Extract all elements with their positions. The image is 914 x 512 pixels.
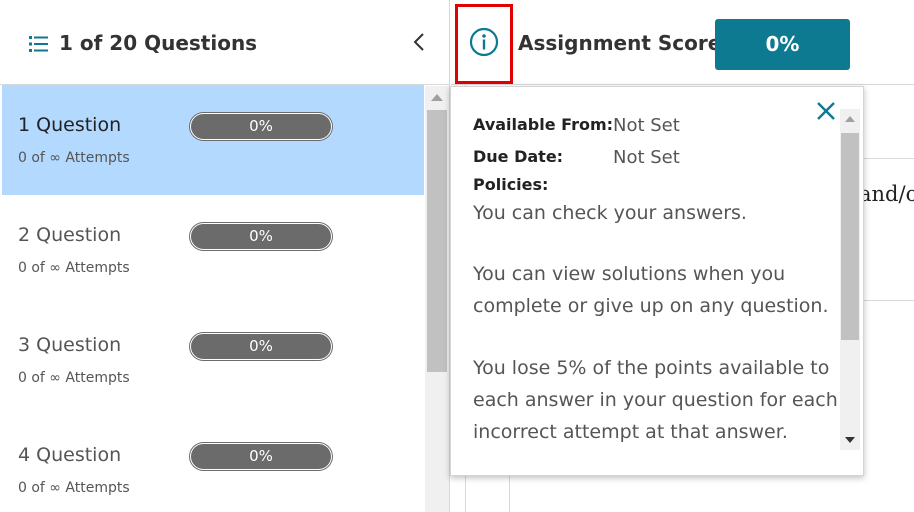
question-label: 4 Question xyxy=(18,444,122,466)
scroll-up-arrow-icon[interactable] xyxy=(845,116,855,122)
divider xyxy=(509,475,510,512)
question-text-fragment: and/o xyxy=(859,182,914,206)
info-button[interactable] xyxy=(455,4,513,84)
available-from-label: Available From: xyxy=(473,115,614,134)
available-from-value: Not Set xyxy=(613,115,680,136)
scroll-down-arrow-icon[interactable] xyxy=(845,437,855,443)
sidebar-scrollbar[interactable] xyxy=(425,86,449,512)
assignment-score-badge: 0% xyxy=(715,19,850,70)
question-list-item[interactable]: 2 Question 0% 0 of ∞ Attempts xyxy=(2,195,424,305)
question-progress-badge: 0% xyxy=(190,223,332,250)
available-from-row: Available From: Not Set xyxy=(473,115,833,147)
scrollbar-thumb[interactable] xyxy=(427,110,447,372)
policies-label: Policies: xyxy=(473,175,549,194)
assignment-score-label: Assignment Score: xyxy=(518,31,730,55)
assignment-info-popover: Available From: Not Set Due Date: Not Se… xyxy=(450,86,864,476)
due-date-label: Due Date: xyxy=(473,147,564,166)
question-list: 1 Question 0% 0 of ∞ Attempts 2 Question… xyxy=(2,85,424,512)
policy-text: You can view solutions when you complete… xyxy=(473,263,829,317)
question-attempts: 0 of ∞ Attempts xyxy=(18,260,130,276)
popover-body: Available From: Not Set Due Date: Not Se… xyxy=(473,115,838,443)
question-attempts: 0 of ∞ Attempts xyxy=(18,480,130,496)
info-icon xyxy=(469,27,499,57)
question-attempts: 0 of ∞ Attempts xyxy=(18,150,130,166)
popover-scrollbar[interactable] xyxy=(840,109,860,450)
scrollbar-thumb[interactable] xyxy=(841,133,859,340)
question-label: 1 Question xyxy=(18,114,122,136)
chevron-left-icon[interactable] xyxy=(408,30,430,54)
question-label: 3 Question xyxy=(18,334,122,356)
policy-text: You can check your answers. xyxy=(473,202,747,224)
question-progress-badge: 0% xyxy=(190,333,332,360)
due-date-value: Not Set xyxy=(613,147,680,168)
question-list-item[interactable]: 4 Question 0% 0 of ∞ Attempts xyxy=(2,415,424,512)
policy-text: You lose 5% of the points available to e… xyxy=(473,357,838,443)
list-icon xyxy=(29,36,48,52)
question-progress-badge: 0% xyxy=(190,113,332,140)
question-sidebar: 1 of 20 Questions 1 Question 0% 0 of ∞ A… xyxy=(0,0,450,512)
scroll-up-arrow-icon[interactable] xyxy=(431,94,443,101)
question-attempts: 0 of ∞ Attempts xyxy=(18,370,130,386)
sidebar-title: 1 of 20 Questions xyxy=(59,31,258,55)
sidebar-header: 1 of 20 Questions xyxy=(0,0,450,85)
header-divider xyxy=(451,84,914,85)
question-label: 2 Question xyxy=(18,224,122,246)
question-list-item[interactable]: 3 Question 0% 0 of ∞ Attempts xyxy=(2,305,424,415)
question-list-item[interactable]: 1 Question 0% 0 of ∞ Attempts xyxy=(2,85,424,195)
question-progress-badge: 0% xyxy=(190,443,332,470)
